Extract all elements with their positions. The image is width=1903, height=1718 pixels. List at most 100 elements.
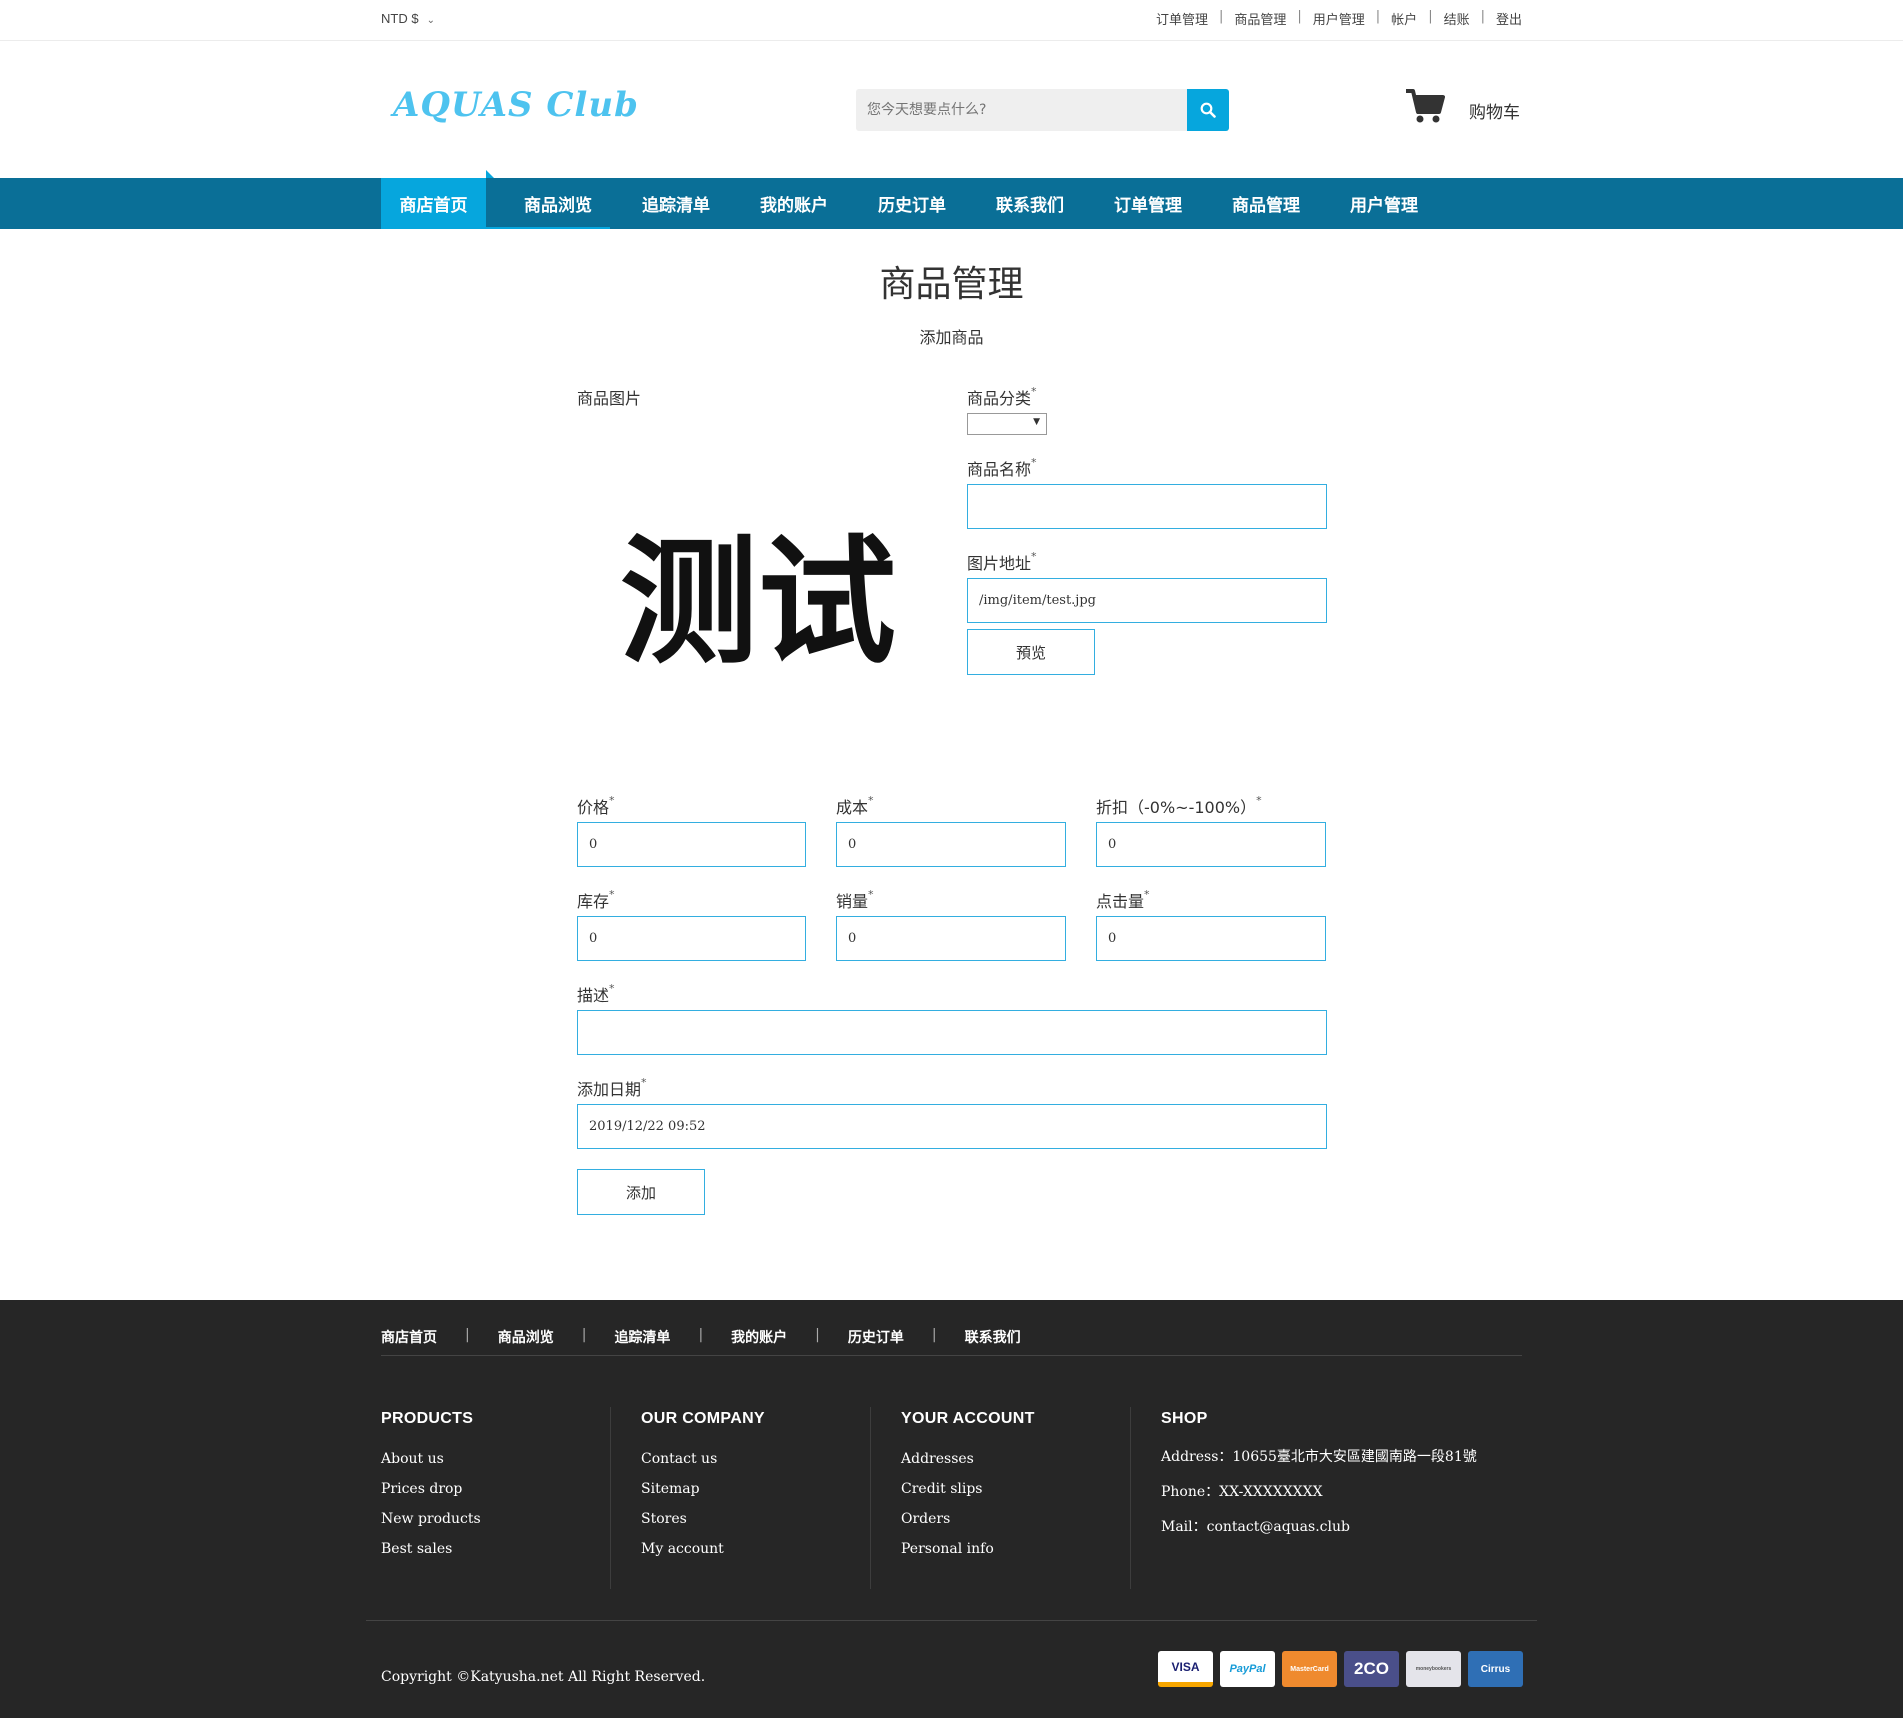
- footer-col-products: PRODUCTS About us Prices drop New produc…: [381, 1410, 481, 1585]
- preview-button[interactable]: 預览: [967, 629, 1095, 675]
- nav-item-my-account[interactable]: 我的账户: [735, 178, 853, 229]
- currency-selector[interactable]: NTD $ ⌄: [381, 11, 435, 26]
- footer-link-addresses[interactable]: Addresses: [901, 1451, 1035, 1481]
- product-image-preview: 测试: [619, 522, 896, 683]
- top-links: 订单管理 | 商品管理 | 用户管理 | 帐户 | 结账 | 登出: [1155, 9, 1522, 28]
- toplink-logout[interactable]: 登出: [1496, 9, 1522, 28]
- footer-link-personal-info[interactable]: Personal info: [901, 1541, 1035, 1571]
- cart[interactable]: 购物车: [1405, 88, 1520, 124]
- nav-item-contact[interactable]: 联系我们: [971, 178, 1089, 229]
- name-input[interactable]: [967, 484, 1327, 529]
- cart-label: 购物车: [1469, 102, 1520, 123]
- page-subtitle: 添加商品: [919, 328, 984, 347]
- sales-input[interactable]: [836, 916, 1066, 961]
- footer-link-order-history[interactable]: 历史订单: [848, 1327, 904, 1347]
- footer-heading-shop: SHOP: [1161, 1410, 1208, 1427]
- nav-item-order-history[interactable]: 历史订单: [853, 178, 971, 229]
- clicks-label: 点击量*: [1096, 888, 1150, 911]
- footer-link-prices-drop[interactable]: Prices drop: [381, 1481, 481, 1511]
- date-label: 添加日期*: [577, 1076, 647, 1099]
- price-label: 价格*: [577, 794, 615, 817]
- footer-divider: [381, 1355, 1522, 1356]
- search-button[interactable]: [1187, 89, 1229, 131]
- 2co-icon: 2CO: [1344, 1651, 1399, 1687]
- image-url-input[interactable]: [967, 578, 1327, 623]
- top-bar: NTD $ ⌄ 订单管理 | 商品管理 | 用户管理 | 帐户 | 结账 | 登出: [0, 0, 1903, 41]
- cost-input[interactable]: [836, 822, 1066, 867]
- toplink-checkout[interactable]: 结账: [1444, 9, 1470, 28]
- price-input[interactable]: [577, 822, 806, 867]
- footer-link-about[interactable]: About us: [381, 1451, 481, 1481]
- search-bar: [856, 89, 1229, 131]
- search-icon: [1200, 102, 1216, 118]
- visa-icon: VISA: [1158, 1651, 1213, 1687]
- footer: 商店首页 | 商品浏览 | 追踪清单 | 我的账户 | 历史订单 | 联系我们 PRODU…: [0, 1300, 1903, 1718]
- discount-label: 折扣（-0%~-100%）*: [1096, 794, 1262, 817]
- category-select[interactable]: ▼: [967, 413, 1047, 435]
- stock-label: 库存*: [577, 888, 615, 911]
- category-label: 商品分类*: [967, 385, 1037, 408]
- shop-phone: Phone：XX-XXXXXXXX: [1161, 1484, 1323, 1500]
- footer-bottom-divider: [366, 1620, 1537, 1621]
- date-input[interactable]: [577, 1104, 1327, 1149]
- nav-item-browse[interactable]: 商品浏览: [499, 178, 617, 229]
- footer-link-watchlist[interactable]: 追踪清单: [614, 1327, 670, 1347]
- description-input[interactable]: [577, 1010, 1327, 1055]
- footer-link-contact[interactable]: 联系我们: [965, 1327, 1021, 1347]
- page-title: 商品管理: [879, 264, 1024, 305]
- name-label: 商品名称*: [967, 456, 1037, 479]
- footer-col-account: YOUR ACCOUNT Addresses Credit slips Orde…: [901, 1410, 1035, 1585]
- toplink-product-management[interactable]: 商品管理: [1234, 9, 1286, 28]
- site-logo[interactable]: AQUAS Club: [393, 85, 639, 125]
- paypal-icon: PayPal: [1220, 1651, 1275, 1687]
- main-nav: 商店首页 商品浏览 追踪清单 我的账户 历史订单 联系我们 订单管理 商品管理 …: [0, 170, 1903, 229]
- add-button[interactable]: 添加: [577, 1169, 705, 1215]
- currency-label: NTD $: [381, 11, 419, 26]
- moneybookers-icon: moneybookers: [1406, 1651, 1461, 1687]
- cart-icon: [1406, 89, 1445, 123]
- sales-label: 销量*: [836, 888, 874, 911]
- footer-col-divider: [870, 1407, 871, 1589]
- cirrus-icon: Cirrus: [1468, 1651, 1523, 1687]
- footer-link-credit-slips[interactable]: Credit slips: [901, 1481, 1035, 1511]
- toplink-account[interactable]: 帐户: [1391, 9, 1417, 28]
- nav-hover-underline: [486, 227, 610, 229]
- nav-item-order-management[interactable]: 订单管理: [1089, 178, 1207, 229]
- footer-links: 商店首页 | 商品浏览 | 追踪清单 | 我的账户 | 历史订单 | 联系我们: [381, 1327, 1021, 1347]
- footer-heading-company: OUR COMPANY: [641, 1410, 765, 1427]
- footer-col-divider: [610, 1407, 611, 1589]
- discount-input[interactable]: [1096, 822, 1326, 867]
- cost-label: 成本*: [836, 794, 874, 817]
- shop-address: Address：10655臺北市大安區建國南路一段81號: [1161, 1449, 1477, 1465]
- footer-link-sitemap[interactable]: Sitemap: [641, 1481, 765, 1511]
- footer-heading-products: PRODUCTS: [381, 1410, 474, 1427]
- footer-link-best-sales[interactable]: Best sales: [381, 1541, 481, 1571]
- footer-link-home[interactable]: 商店首页: [381, 1327, 437, 1347]
- footer-link-stores[interactable]: Stores: [641, 1511, 765, 1541]
- footer-heading-account: YOUR ACCOUNT: [901, 1410, 1035, 1427]
- chevron-down-icon: ⌄: [426, 15, 435, 26]
- footer-col-divider: [1130, 1407, 1131, 1589]
- dropdown-arrow-icon: ▼: [1033, 417, 1040, 427]
- nav-item-home[interactable]: 商店首页: [381, 170, 494, 229]
- nav-item-user-management[interactable]: 用户管理: [1325, 178, 1443, 229]
- footer-link-browse[interactable]: 商品浏览: [498, 1327, 554, 1347]
- footer-link-my-account-col[interactable]: My account: [641, 1541, 765, 1571]
- stock-input[interactable]: [577, 916, 806, 961]
- copyright-text: Copyright ©Katyusha.net All Right Reserv…: [381, 1669, 706, 1685]
- description-label: 描述*: [577, 982, 615, 1005]
- toplink-user-management[interactable]: 用户管理: [1313, 9, 1365, 28]
- mastercard-icon: MasterCard: [1282, 1651, 1337, 1687]
- shop-mail[interactable]: Mail：contact@aquas.club: [1161, 1516, 1477, 1551]
- search-input[interactable]: [856, 89, 1187, 131]
- footer-col-company: OUR COMPANY Contact us Sitemap Stores My…: [641, 1410, 765, 1585]
- nav-item-product-management[interactable]: 商品管理: [1207, 178, 1325, 229]
- nav-item-watchlist[interactable]: 追踪清单: [617, 178, 735, 229]
- footer-link-new-products[interactable]: New products: [381, 1511, 481, 1541]
- clicks-input[interactable]: [1096, 916, 1326, 961]
- footer-link-contact-us[interactable]: Contact us: [641, 1451, 765, 1481]
- toplink-order-management[interactable]: 订单管理: [1156, 9, 1208, 28]
- footer-link-my-account[interactable]: 我的账户: [731, 1327, 787, 1347]
- image-url-label: 图片地址*: [967, 550, 1037, 573]
- footer-link-orders[interactable]: Orders: [901, 1511, 1035, 1541]
